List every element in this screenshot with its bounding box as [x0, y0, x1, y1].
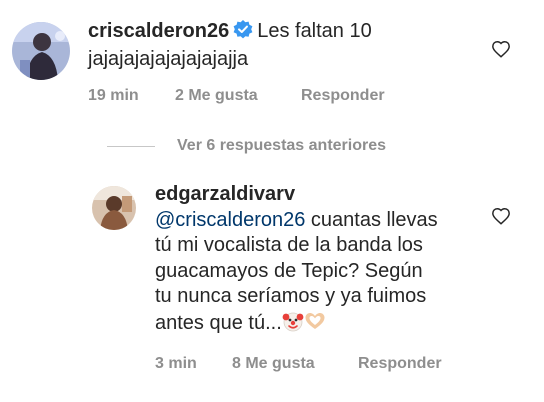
- reply-heart-icon[interactable]: [491, 207, 511, 225]
- heart-icon[interactable]: [491, 40, 511, 58]
- comment-text-line2: jajajajajajajajajajja: [88, 48, 249, 70]
- comment-username[interactable]: criscalderon26: [88, 20, 229, 42]
- reply-meta: 3 min 8 Me gusta Responder: [155, 355, 442, 373]
- view-previous-replies-button[interactable]: Ver 6 respuestas anteriores: [107, 137, 386, 155]
- reply-reply-button[interactable]: Responder: [358, 355, 442, 373]
- mention-link[interactable]: @criscalderon26: [155, 209, 305, 231]
- divider: [107, 145, 155, 147]
- reply-text-line1: cuantas llevas: [305, 208, 438, 231]
- reply-time: 3 min: [155, 355, 197, 372]
- reply-like-count[interactable]: 8 Me gusta: [232, 355, 358, 373]
- verified-badge-icon: [233, 20, 253, 47]
- comment-meta: 19 min 2 Me gusta Responder: [88, 87, 385, 105]
- reply-body: edgarzaldivarv @criscalderon26 cuantas l…: [155, 182, 438, 339]
- comment-like-count[interactable]: 2 Me gusta: [175, 87, 301, 105]
- heart-hands-icon: [304, 310, 326, 340]
- comment-body: criscalderon26 Les faltan 10 jajajajajaja…: [88, 19, 372, 72]
- avatar[interactable]: [12, 22, 70, 80]
- view-replies-label: Ver 6 respuestas anteriores: [177, 137, 387, 154]
- reply-avatar[interactable]: [92, 186, 136, 230]
- comment-reply-button[interactable]: Responder: [301, 87, 385, 105]
- reply-text-line4: tu nunca seríamos y ya fuimos: [155, 285, 427, 307]
- reply-text-line3: guacamayos de Tepic? Según: [155, 259, 423, 282]
- comment-time: 19 min: [88, 87, 139, 104]
- comment-text-line1: Les faltan 10: [257, 20, 372, 42]
- clown-face-icon: [282, 310, 304, 340]
- reply-text-line2: tú mi vocalista de la banda los: [155, 234, 423, 256]
- reply-username[interactable]: edgarzaldivarv: [155, 183, 295, 205]
- reply-text-line5: antes que tú...: [155, 311, 282, 334]
